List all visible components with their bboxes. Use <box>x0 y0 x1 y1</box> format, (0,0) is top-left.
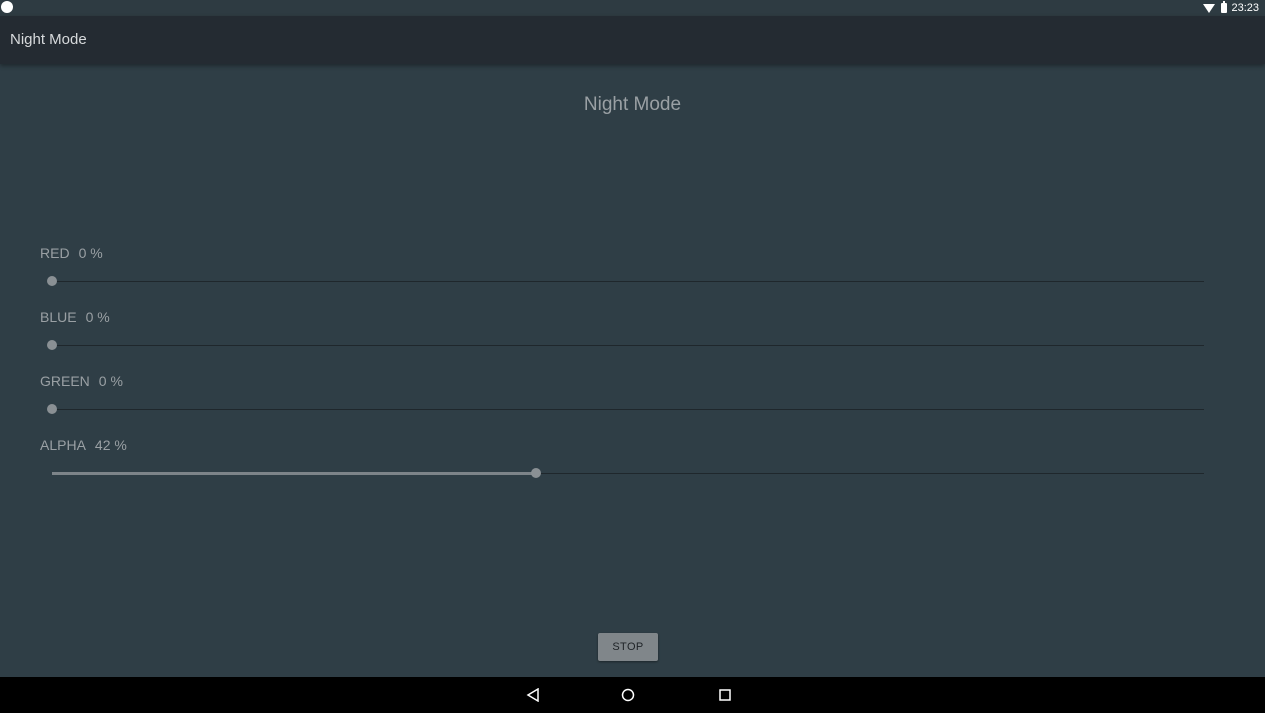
slider-value: 0 % <box>98 373 123 389</box>
slider-red: RED 0 % <box>40 245 1210 295</box>
stop-button[interactable]: STOP <box>598 633 658 661</box>
slider-name: ALPHA <box>40 437 86 453</box>
slider-name: GREEN <box>40 373 90 389</box>
slider-name: BLUE <box>40 309 77 325</box>
slider-label: ALPHA 42 % <box>40 437 127 453</box>
slider-alpha: ALPHA 42 % <box>40 437 1210 487</box>
slider-value: 42 % <box>94 437 127 453</box>
back-button[interactable] <box>513 677 553 713</box>
status-icons: 23:23 <box>1203 0 1259 16</box>
status-bar: 23:23 <box>0 0 1265 16</box>
slider-track[interactable] <box>52 281 1204 282</box>
slider-fill <box>52 472 536 475</box>
slider-blue: BLUE 0 % <box>40 309 1210 359</box>
app-bar: Night Mode <box>0 16 1265 64</box>
slider-label: RED 0 % <box>40 245 103 261</box>
slider-track[interactable] <box>52 345 1204 346</box>
recents-icon <box>719 689 731 701</box>
home-button[interactable] <box>608 677 648 713</box>
status-time: 23:23 <box>1231 2 1259 14</box>
slider-label: GREEN 0 % <box>40 373 123 389</box>
slider-name: RED <box>40 245 70 261</box>
slider-thumb[interactable] <box>47 340 57 350</box>
slider-value: 0 % <box>78 245 103 261</box>
slider-label: BLUE 0 % <box>40 309 110 325</box>
notification-dot-icon <box>1 1 13 13</box>
slider-value: 0 % <box>85 309 110 325</box>
page-title: Night Mode <box>583 94 682 115</box>
back-icon <box>526 688 539 702</box>
slider-track[interactable] <box>52 409 1204 410</box>
slider-thumb[interactable] <box>530 468 541 478</box>
slider-thumb[interactable] <box>47 404 57 414</box>
navigation-bar <box>0 677 1265 713</box>
app-title: Night Mode <box>10 31 87 48</box>
slider-green: GREEN 0 % <box>40 373 1210 423</box>
battery-icon <box>1221 1 1228 13</box>
slider-thumb[interactable] <box>47 276 57 286</box>
wifi-icon <box>1203 3 1216 13</box>
home-icon <box>621 688 635 702</box>
recents-button[interactable] <box>705 677 745 713</box>
